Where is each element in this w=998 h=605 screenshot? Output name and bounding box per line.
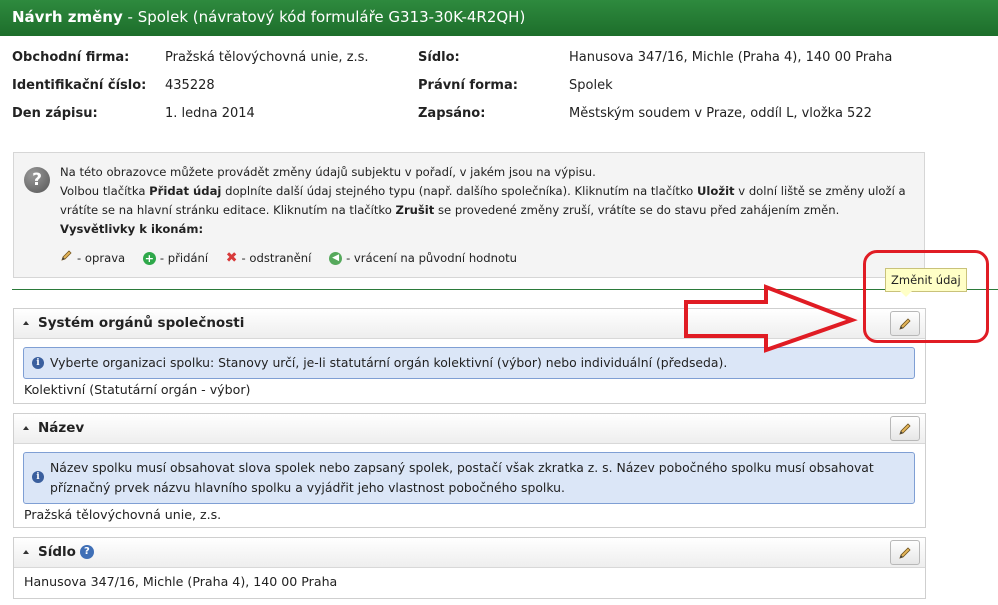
info-icon: i [32, 471, 44, 483]
legend-remove: - odstranění [241, 251, 312, 265]
tooltip: Změnit údaj [885, 268, 967, 297]
collapse-caret-icon[interactable] [23, 321, 29, 325]
remove-icon: ✖ [225, 250, 238, 266]
section-value: Pražská tělovýchovná unie, z.s. [24, 507, 222, 522]
section-value: Kolektivní (Statutární orgán - výbor) [24, 382, 251, 397]
page-subtitle: - Spolek (návratový kód formuláře G313-3… [122, 8, 526, 26]
pencil-icon [899, 423, 911, 435]
ico-value: 435228 [165, 78, 215, 93]
section-sidlo: Sídlo? Hanusova 347/16, Michle (Praha 4)… [13, 537, 926, 599]
den-zapisu-value: 1. ledna 2014 [165, 106, 255, 121]
legend-revert: - vrácení na původní hodnotu [346, 251, 517, 265]
icon-legend: - oprava + - přidání ✖ - odstranění ◀ - vrá… [60, 249, 531, 268]
section-header[interactable]: Sídlo? [14, 538, 925, 568]
collapse-caret-icon[interactable] [23, 550, 29, 554]
info-note: i Název spolku musí obsahovat slova spol… [23, 452, 915, 504]
help-icon[interactable]: ? [79, 545, 94, 559]
section-nazev: Název i Název spolku musí obsahovat slov… [13, 413, 926, 528]
obchodni-firma-value: Pražská tělovýchovná unie, z.s. [165, 50, 369, 65]
edit-button[interactable] [890, 540, 920, 565]
pencil-icon [60, 249, 73, 268]
note-text: Název spolku musí obsahovat slova spolek… [50, 460, 874, 495]
ico-label: Identifikační číslo: [12, 78, 147, 93]
legend-edit: - oprava [77, 251, 126, 265]
help-panel: ? Na této obrazovce můžete provádět změn… [13, 152, 925, 278]
edit-button[interactable] [890, 416, 920, 441]
note-text: Vyberte organizaci spolku: Stanovy určí,… [50, 355, 728, 370]
page-title: Návrh změny [12, 8, 123, 26]
legend-add: - přidání [159, 251, 209, 265]
obchodni-firma-label: Obchodní firma: [12, 50, 130, 65]
den-zapisu-label: Den zápisu: [12, 106, 98, 121]
help-line-2: Volbou tlačítka Přidat údaj doplníte dal… [60, 184, 906, 217]
zapsano-value: Městským soudem v Praze, oddíl L, vložka… [569, 106, 872, 121]
revert-icon: ◀ [329, 252, 343, 265]
section-value: Hanusova 347/16, Michle (Praha 4), 140 0… [24, 574, 338, 589]
sidlo-label: Sídlo: [418, 50, 460, 65]
pravni-forma-value: Spolek [569, 78, 613, 93]
legend-title: Vysvětlivky k ikonám: [60, 222, 204, 236]
plus-icon: + [142, 252, 156, 265]
page-title-bar: Návrh změny - Spolek (návratový kód form… [0, 0, 998, 36]
section-title: Sídlo [38, 544, 76, 560]
pencil-icon [899, 547, 911, 559]
sidlo-value: Hanusova 347/16, Michle (Praha 4), 140 0… [569, 50, 893, 65]
pravni-forma-label: Právní forma: [418, 78, 518, 93]
annotation-arrow [684, 284, 858, 353]
info-icon: i [32, 357, 44, 369]
section-header[interactable]: Název [14, 414, 925, 444]
section-title: Systém orgánů společnosti [38, 315, 245, 331]
help-line-1: Na této obrazovce můžete provádět změny … [60, 165, 596, 179]
collapse-caret-icon[interactable] [23, 426, 29, 430]
help-text: Na této obrazovce můžete provádět změny … [60, 163, 920, 239]
annotation-highlight [863, 250, 989, 343]
section-title: Název [38, 420, 85, 436]
zapsano-label: Zapsáno: [418, 106, 486, 121]
question-icon: ? [24, 167, 50, 193]
